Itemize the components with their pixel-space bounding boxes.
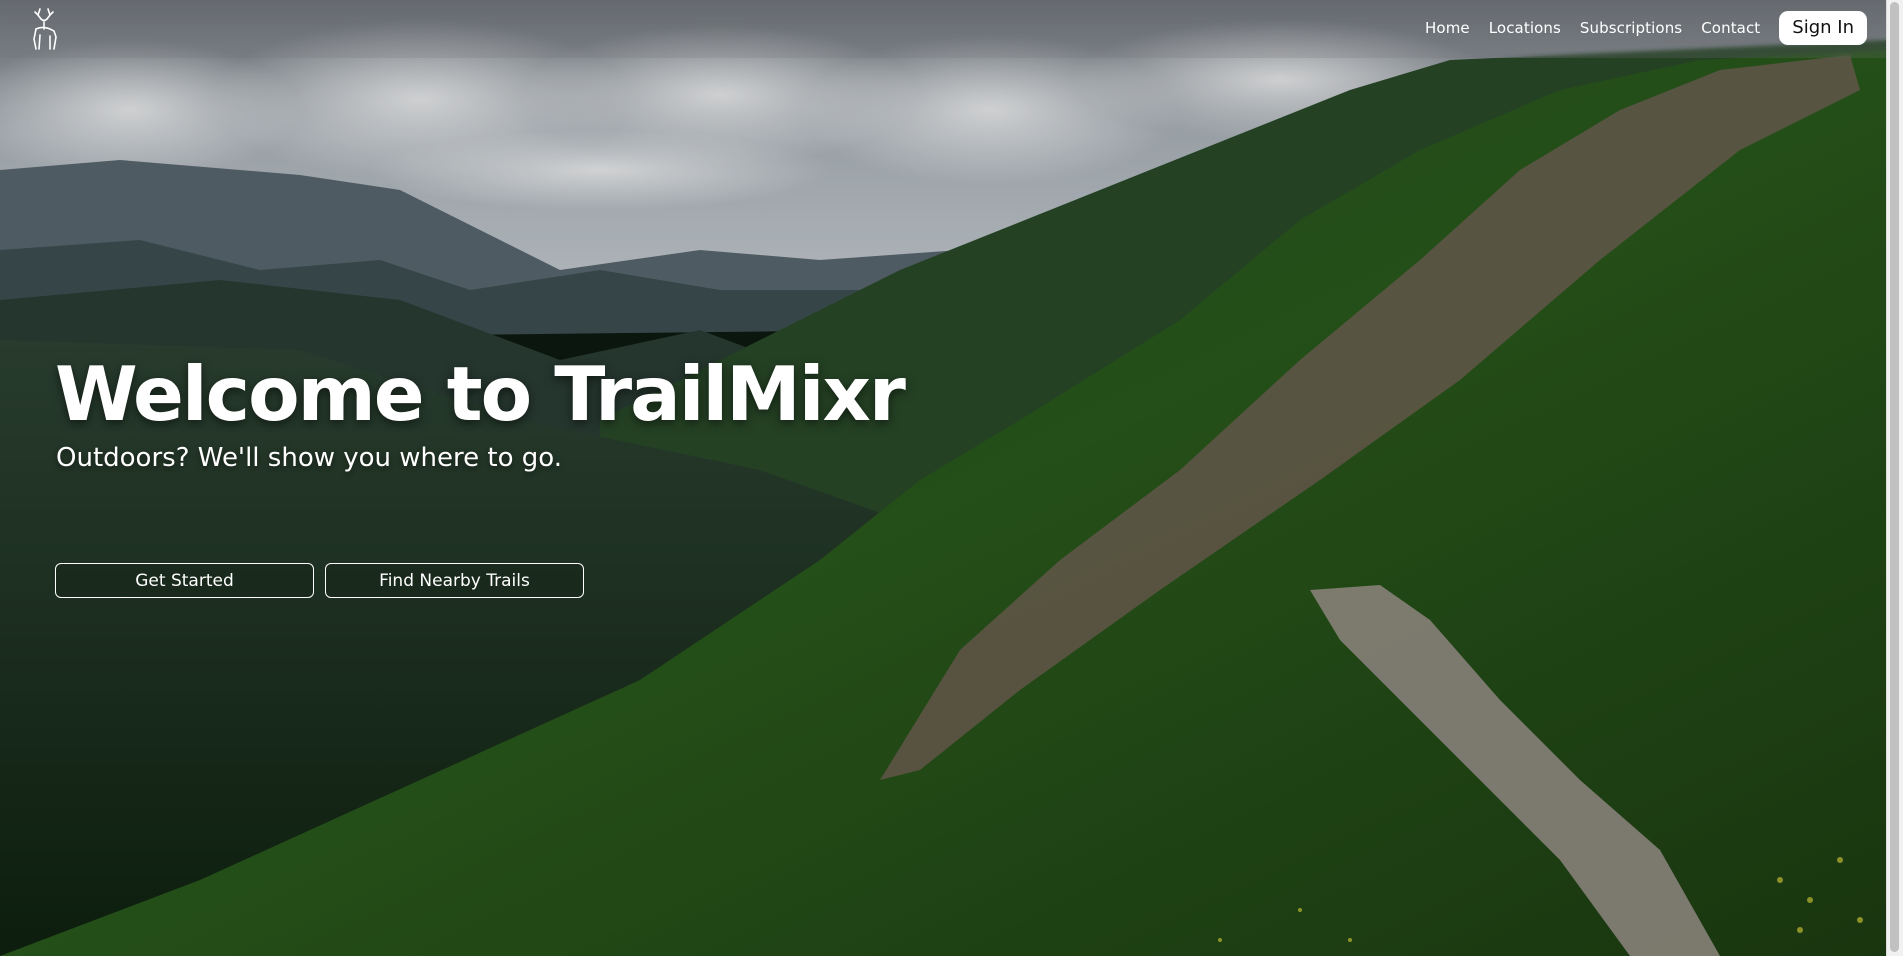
top-navbar: Home Locations Subscriptions Contact Sig… (0, 0, 1887, 58)
deer-logo-icon[interactable] (26, 5, 64, 53)
nav-link-home[interactable]: Home (1425, 19, 1470, 37)
scrollbar-thumb[interactable] (1890, 2, 1899, 952)
hero-subtitle: Outdoors? We'll show you where to go. (56, 443, 562, 473)
hero-title: Welcome to TrailMixr (55, 350, 906, 438)
hero-background-image (0, 0, 1887, 956)
nav-links: Home Locations Subscriptions Contact Sig… (1406, 11, 1867, 45)
nav-link-subscriptions[interactable]: Subscriptions (1580, 19, 1682, 37)
get-started-button[interactable]: Get Started (55, 563, 314, 598)
page-scrollbar[interactable] (1886, 0, 1903, 956)
nav-link-locations[interactable]: Locations (1489, 19, 1561, 37)
find-nearby-trails-button[interactable]: Find Nearby Trails (325, 563, 584, 598)
hero-section: Home Locations Subscriptions Contact Sig… (0, 0, 1887, 956)
nav-link-contact[interactable]: Contact (1701, 19, 1760, 37)
sign-in-button[interactable]: Sign In (1779, 11, 1867, 45)
